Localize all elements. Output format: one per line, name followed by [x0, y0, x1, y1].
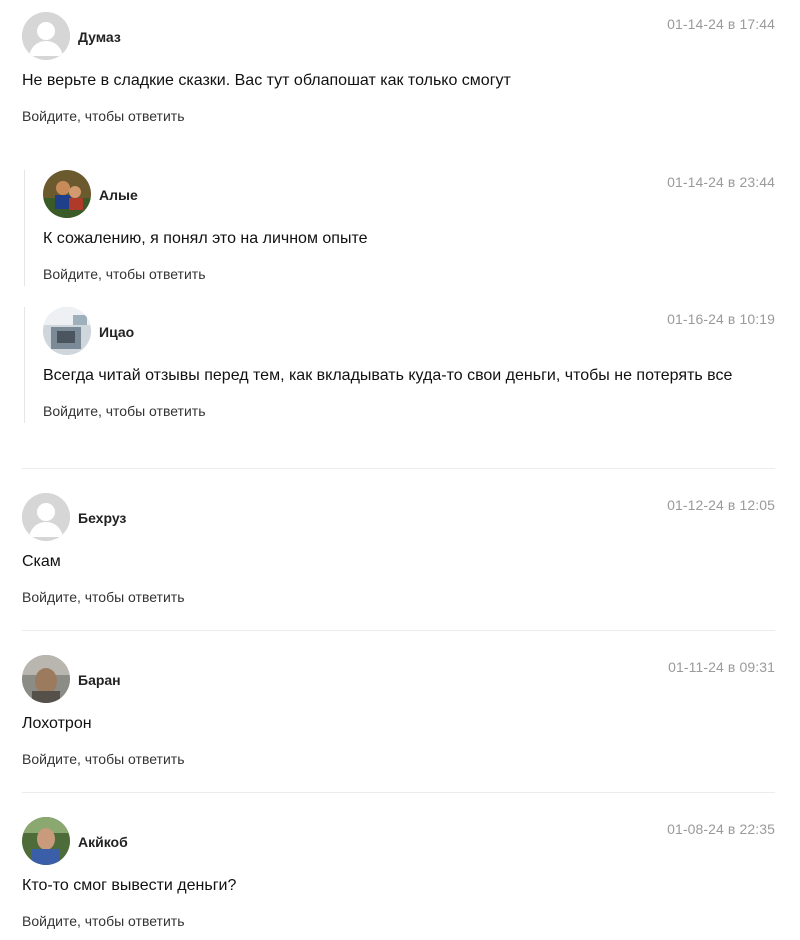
comment-text: Скам — [22, 553, 61, 570]
reply-comment: Алые 01-14-24 в 23:44 К сожалению, я пон… — [24, 170, 775, 286]
avatar — [43, 170, 91, 218]
comment-text: Не верьте в сладкие сказки. Вас тут обла… — [22, 72, 511, 89]
avatar — [22, 655, 70, 703]
comment-date: 01-12-24 в 12:05 — [667, 497, 775, 513]
comment: Акйкоб 01-08-24 в 22:35 Кто-то смог выве… — [22, 817, 775, 933]
comment-text: Кто-то смог вывести деньги? — [22, 877, 237, 894]
comment-date: 01-14-24 в 17:44 — [667, 16, 775, 32]
reply-comment: Ицао 01-16-24 в 10:19 Всегда читай отзыв… — [24, 307, 775, 423]
comment-text: Всегда читай отзывы перед тем, как вклад… — [43, 367, 733, 384]
login-to-reply-link[interactable]: Войдите, чтобы ответить — [22, 589, 185, 605]
avatar — [22, 817, 70, 865]
comment-date: 01-11-24 в 09:31 — [668, 659, 775, 675]
divider — [22, 630, 775, 631]
comment-date: 01-14-24 в 23:44 — [667, 174, 775, 190]
divider — [22, 468, 775, 469]
comment: Баран 01-11-24 в 09:31 Лохотрон Войдите,… — [22, 655, 775, 771]
comment-text: К сожалению, я понял это на личном опыте — [43, 230, 368, 247]
comment-author[interactable]: Акйкоб — [78, 834, 128, 850]
avatar — [43, 307, 91, 355]
comment-date: 01-16-24 в 10:19 — [667, 311, 775, 327]
divider — [22, 792, 775, 793]
comment: Думаз 01-14-24 в 17:44 Не верьте в сладк… — [22, 12, 775, 132]
comment-author[interactable]: Ицао — [99, 324, 134, 340]
login-to-reply-link[interactable]: Войдите, чтобы ответить — [43, 266, 206, 282]
login-to-reply-link[interactable]: Войдите, чтобы ответить — [22, 108, 185, 124]
comment-text: Лохотрон — [22, 715, 92, 732]
comment-author[interactable]: Баран — [78, 672, 121, 688]
login-to-reply-link[interactable]: Войдите, чтобы ответить — [22, 913, 185, 929]
comment-author[interactable]: Алые — [99, 187, 138, 203]
comment-date: 01-08-24 в 22:35 — [667, 821, 775, 837]
comment-author[interactable]: Думаз — [78, 29, 121, 45]
login-to-reply-link[interactable]: Войдите, чтобы ответить — [43, 403, 206, 419]
login-to-reply-link[interactable]: Войдите, чтобы ответить — [22, 751, 185, 767]
comment-author[interactable]: Бехруз — [78, 510, 126, 526]
default-avatar-icon — [22, 12, 70, 60]
default-avatar-icon — [22, 493, 70, 541]
comment: Бехруз 01-12-24 в 12:05 Скам Войдите, чт… — [22, 493, 775, 609]
